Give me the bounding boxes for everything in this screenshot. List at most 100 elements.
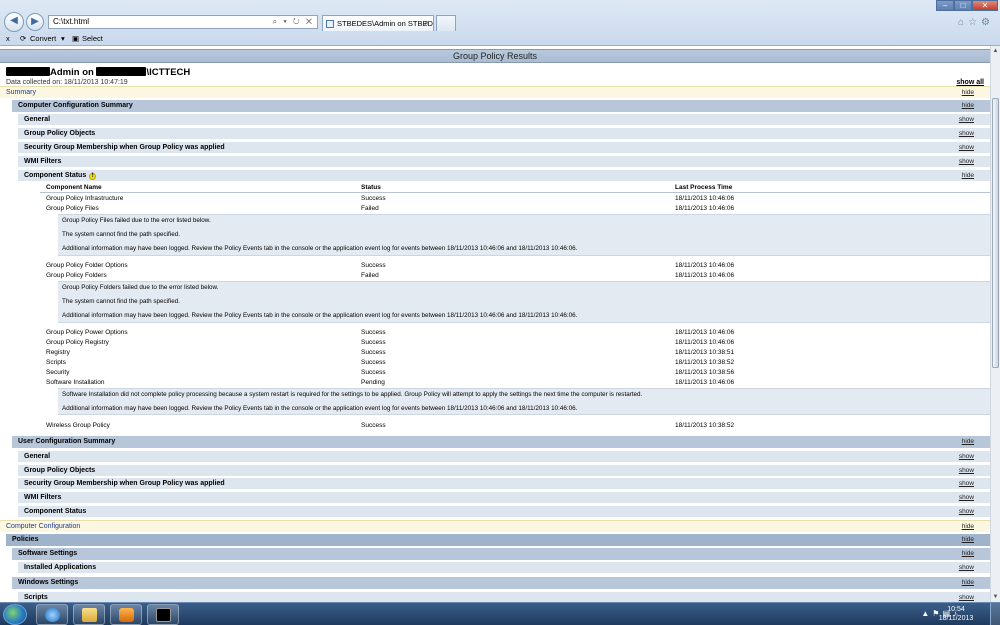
tray-expand-icon[interactable]: ▲ [921, 609, 932, 618]
scroll-up-icon[interactable]: ▲ [991, 46, 1000, 56]
show-desktop-button[interactable] [990, 603, 1000, 625]
computer-configuration-header[interactable]: Computer Configuration hide [0, 520, 990, 532]
taskbar-internet-explorer[interactable] [36, 604, 68, 625]
home-icon[interactable]: ⌂ [958, 17, 968, 28]
maximize-icon[interactable]: □ [954, 0, 972, 11]
user-gpo-show-link[interactable]: show [959, 465, 974, 477]
folders-error-detail: Group Policy Folders failed due to the e… [58, 281, 990, 323]
tab-close-icon[interactable]: ✕ [423, 16, 430, 31]
media-player-icon [119, 608, 134, 622]
policies-header[interactable]: Policies hide [6, 534, 990, 546]
window-controls: – □ ✕ [936, 0, 998, 12]
scripts-header[interactable]: Scripts show [18, 591, 990, 602]
tab-active[interactable]: STBEDES\Admin on STBED... ✕ [322, 15, 434, 31]
component-status-table: Component Name Status Last Process Time … [40, 183, 990, 434]
address-actions-icon[interactable]: ⌕ ▾ ↻ ✕ [273, 16, 314, 28]
summary-hide-link[interactable]: hide [962, 87, 974, 99]
table-row: Group Policy Infrastructure Success 18/11/… [46, 195, 735, 202]
computer-wmi-header[interactable]: WMI Filters show [18, 155, 990, 167]
page-icon [326, 20, 334, 28]
scripts-show-link[interactable]: show [959, 592, 974, 602]
table-row: Security Success 18/11/2013 10:38:56 [46, 369, 735, 376]
windows-start-icon[interactable] [3, 604, 27, 625]
close-toolbar-icon[interactable]: x [6, 33, 10, 45]
computer-gpo-show-link[interactable]: show [959, 128, 974, 140]
computer-security-group-show-link[interactable]: show [959, 142, 974, 154]
user-security-group-show-link[interactable]: show [959, 478, 974, 490]
table-row: Wireless Group Policy Success 18/11/2013 1… [46, 422, 735, 429]
minimize-icon[interactable]: – [936, 0, 954, 11]
taskbar: ▲⚑▤♪ 10:54 18/11/2013 [0, 602, 1000, 625]
computer-general-header[interactable]: General show [18, 113, 990, 125]
scroll-down-icon[interactable]: ▼ [991, 592, 1000, 602]
taskbar-clock[interactable]: 10:54 18/11/2013 [936, 605, 976, 623]
user-security-group-header[interactable]: Security Group Membership when Group Pol… [18, 477, 990, 489]
computer-configuration-hide-link[interactable]: hide [962, 521, 974, 533]
table-row: Software Installation Pending 18/11/2013 1… [46, 379, 735, 386]
user-general-header[interactable]: General show [18, 450, 990, 462]
convert-button[interactable]: Convert [30, 33, 56, 45]
back-button[interactable]: ◀ [4, 12, 24, 32]
favorites-star-icon[interactable]: ☆ [968, 17, 981, 28]
vertical-scrollbar[interactable]: ▲ ▼ [990, 46, 1000, 602]
computer-security-group-header[interactable]: Security Group Membership when Group Pol… [18, 141, 990, 153]
folder-icon [82, 608, 97, 622]
show-all-link[interactable]: show all [956, 79, 984, 86]
address-text: C:\txt.html [53, 17, 90, 26]
new-tab-button[interactable] [436, 15, 456, 31]
table-row: Registry Success 18/11/2013 10:38:51 [46, 349, 735, 356]
warning-icon: ! [89, 173, 97, 180]
windows-settings-hide-link[interactable]: hide [962, 577, 974, 589]
policies-hide-link[interactable]: hide [962, 534, 974, 546]
summary-header[interactable]: Summary hide [0, 86, 990, 98]
user-heading: Admin on \ICTTECH [6, 67, 190, 78]
user-wmi-header[interactable]: WMI Filters show [18, 491, 990, 503]
convert-dropdown-icon[interactable]: ▾ [61, 33, 65, 45]
windows-settings-header[interactable]: Windows Settings hide [12, 577, 990, 589]
address-bar[interactable]: C:\txt.html ⌕ ▾ ↻ ✕ [48, 15, 318, 29]
table-header: Component Name Status Last Process Time [40, 183, 990, 193]
computer-general-show-link[interactable]: show [959, 114, 974, 126]
browser-toolbar-icons: ⌂☆⚙ [958, 17, 994, 28]
user-component-status-show-link[interactable]: show [959, 506, 974, 518]
user-wmi-show-link[interactable]: show [959, 492, 974, 504]
select-icon: ▣ [72, 34, 80, 43]
clock-date: 18/11/2013 [938, 615, 974, 622]
redacted-user [6, 67, 50, 76]
user-summary-hide-link[interactable]: hide [962, 436, 974, 448]
table-row: Group Policy Files Failed 18/11/2013 10:46… [46, 205, 735, 212]
table-row: Group Policy Registry Success 18/11/2013 1… [46, 339, 735, 346]
installed-applications-header[interactable]: Installed Applications show [18, 561, 990, 573]
gear-icon[interactable]: ⚙ [981, 17, 994, 28]
convert-icon: ⟳ [20, 34, 27, 43]
user-component-status-header[interactable]: Component Status show [18, 505, 990, 517]
software-settings-hide-link[interactable]: hide [962, 548, 974, 560]
software-installation-detail: Software Installation did not complete p… [58, 388, 990, 415]
back-arrow-icon: ◀ [10, 15, 18, 26]
taskbar-command-prompt[interactable] [147, 604, 179, 625]
computer-summary-hide-link[interactable]: hide [962, 100, 974, 112]
computer-component-status-header[interactable]: Component Status! hide [18, 169, 990, 181]
forward-arrow-icon: ▶ [31, 16, 39, 27]
close-window-icon[interactable]: ✕ [972, 0, 998, 11]
table-row: Group Policy Folder Options Success 18/11/… [46, 262, 735, 269]
user-config-summary-header[interactable]: User Configuration Summary hide [12, 436, 990, 448]
computer-gpo-header[interactable]: Group Policy Objects show [18, 127, 990, 139]
tab-title: STBEDES\Admin on STBED... [337, 19, 434, 28]
taskbar-media-player[interactable] [110, 604, 142, 625]
report-viewport: Group Policy Results Admin on \ICTTECH D… [0, 46, 1000, 602]
forward-button[interactable]: ▶ [26, 13, 44, 31]
table-row: Group Policy Power Options Success 18/11/2… [46, 329, 735, 336]
command-bar: x ⟳ Convert ▾ ▣ Select [0, 33, 1000, 45]
select-button[interactable]: Select [82, 33, 103, 45]
software-settings-header[interactable]: Software Settings hide [12, 548, 990, 560]
taskbar-file-explorer[interactable] [73, 604, 105, 625]
installed-applications-show-link[interactable]: show [959, 562, 974, 574]
user-general-show-link[interactable]: show [959, 451, 974, 463]
redacted-computer [96, 67, 147, 76]
scroll-thumb[interactable] [992, 98, 999, 368]
user-gpo-header[interactable]: Group Policy Objects show [18, 464, 990, 476]
computer-config-summary-header[interactable]: Computer Configuration Summary hide [12, 100, 990, 112]
computer-wmi-show-link[interactable]: show [959, 156, 974, 168]
computer-component-status-hide-link[interactable]: hide [962, 170, 974, 182]
